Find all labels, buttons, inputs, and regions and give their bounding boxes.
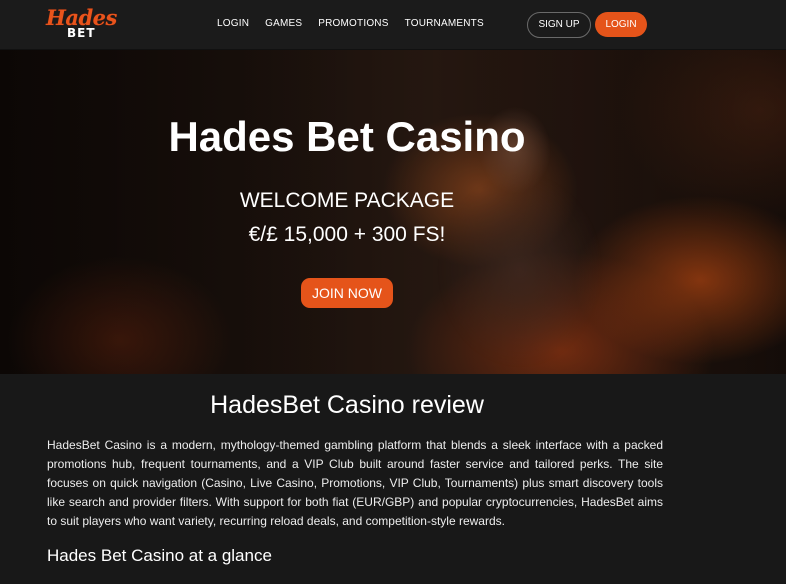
review-paragraph: HadesBet Casino is a modern, mythology-t… [47,438,663,528]
page: Hades BET LOGIN GAMES PROMOTIONS TOURNAM… [0,0,786,584]
join-now-button[interactable]: JOIN NOW [301,278,393,308]
nav-games[interactable]: GAMES [265,18,302,32]
at-a-glance-heading: Hades Bet Casino at a glance [47,546,272,565]
welcome-offer-amount: €/£ 15,000 + 300 FS! [248,223,446,246]
review-section: HadesBet Casino review HadesBet Casino i… [0,374,786,584]
nav-promotions[interactable]: PROMOTIONS [318,18,388,32]
nav-login[interactable]: LOGIN [217,18,249,32]
hero-banner: Hades Bet Casino WELCOME PACKAGE €/£ 15,… [0,50,786,374]
sign-up-button[interactable]: SIGN UP [527,12,591,38]
welcome-package-label: WELCOME PACKAGE [239,189,455,212]
site-header: Hades BET LOGIN GAMES PROMOTIONS TOURNAM… [0,0,786,50]
review-heading: HadesBet Casino review [210,391,484,419]
login-button[interactable]: LOGIN [595,12,647,37]
hades-bet-logo[interactable]: Hades BET [46,7,120,41]
logo-wordmark-bottom: BET [67,26,96,40]
nav-tournaments[interactable]: TOURNAMENTS [405,18,484,32]
logo-wordmark-top: Hades [46,5,117,30]
hero-title: Hades Bet Casino [168,113,526,160]
main-nav: LOGIN GAMES PROMOTIONS TOURNAMENTS [217,18,500,32]
